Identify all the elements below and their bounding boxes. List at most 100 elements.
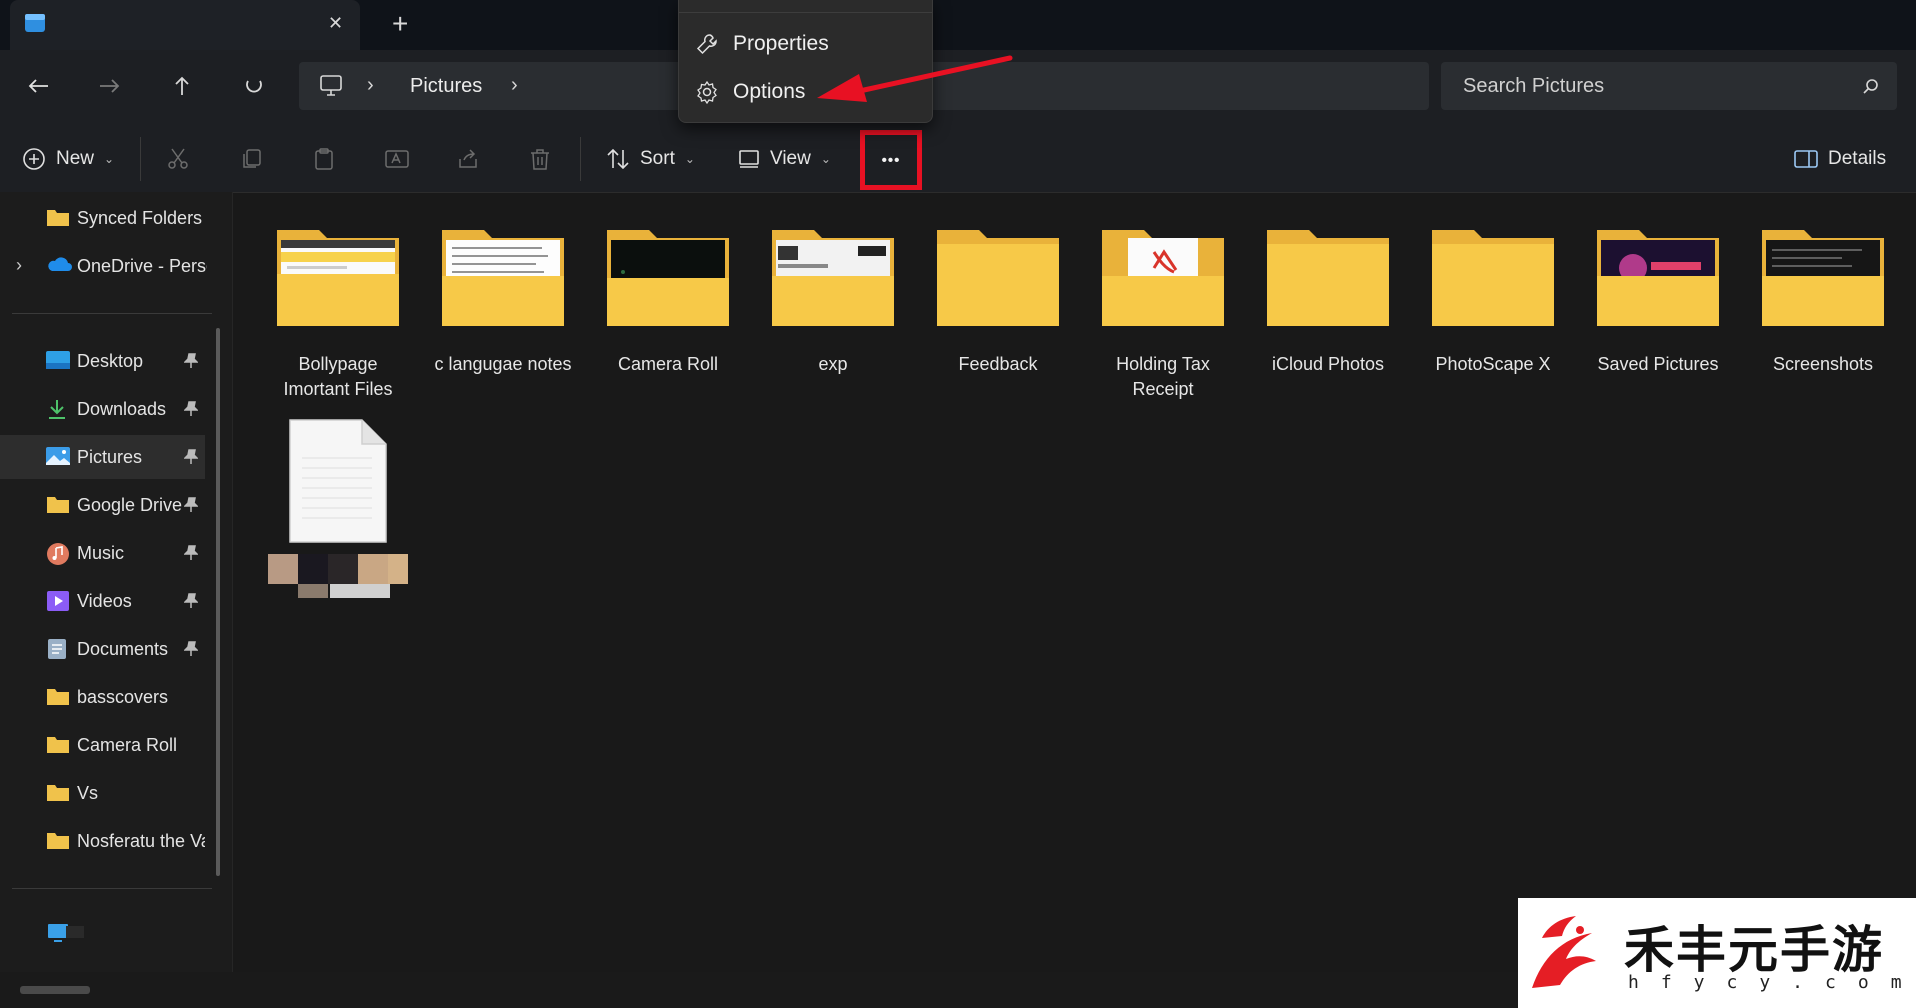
dragon-logo-icon [1532,916,1596,988]
pin-icon[interactable] [184,593,198,609]
folder-item[interactable]: Camera Roll [598,222,738,377]
sidebar-item-camera-roll[interactable]: Camera Roll [0,723,205,767]
sort-icon [607,148,629,170]
folder-icon [46,686,70,708]
delete-button[interactable] [528,140,552,178]
pin-icon[interactable] [184,497,198,513]
file-name: Screenshots [1772,354,1874,374]
tab-close-icon[interactable]: ✕ [328,13,343,34]
breadcrumb-pictures[interactable]: Pictures [410,75,482,98]
sidebar-item-pictures[interactable]: Pictures [0,435,205,479]
details-label: Details [1828,148,1887,169]
folder-icon [603,222,733,332]
arrow-right-icon [100,79,120,93]
folder-icon [1428,222,1558,332]
back-button[interactable] [16,66,60,106]
paste-button[interactable] [312,140,336,178]
sidebar-item-synced-folders[interactable]: Synced Folders [0,196,205,240]
file-name: PhotoScape X [1435,354,1551,374]
cloud-icon [46,255,72,277]
video-icon [46,590,70,612]
gear-icon [697,80,717,104]
arrow-up-icon [175,76,189,95]
folder-item[interactable]: Feedback [928,222,1068,377]
sidebar-item-label: Vs [77,783,99,803]
folder-item[interactable]: Screenshots [1753,222,1893,377]
new-tab-button[interactable]: + [392,8,408,40]
chevron-down-icon: ⌄ [820,152,831,166]
sidebar-item-documents[interactable]: Documents [0,627,205,671]
folder-item[interactable]: iCloud Photos [1258,222,1398,377]
share-button[interactable] [456,140,480,178]
pin-icon[interactable] [184,353,198,369]
new-button[interactable]: New ⌄ [22,140,114,178]
this-pc-icon [319,75,343,97]
sidebar-divider [12,313,212,314]
rename-button[interactable] [384,140,410,178]
this-pc-icon[interactable] [46,922,86,946]
scissors-icon [168,148,188,169]
folder-icon [46,734,70,756]
see-more-button[interactable]: ••• [860,130,922,190]
folder-item[interactable]: Saved Pictures [1588,222,1728,377]
folder-item[interactable]: Holding Tax Receipt [1093,222,1233,402]
pictures-icon [46,446,70,468]
folder-icon [1593,222,1723,332]
pin-icon[interactable] [184,401,198,417]
search-input[interactable]: Search Pictures [1463,75,1604,98]
sidebar-scrollbar[interactable] [216,328,220,876]
music-icon [46,542,70,565]
chevron-down-icon: ⌄ [684,152,695,166]
folder-icon [1098,222,1228,332]
toolbar-divider [140,137,141,181]
download-icon [46,398,70,420]
sidebar-item-onedrive[interactable]: › OneDrive - Perso [0,244,207,288]
folder-item[interactable]: PhotoScape X [1423,222,1563,377]
menu-item-properties[interactable]: Properties [695,24,829,64]
ellipsis-icon: ••• [881,151,901,169]
folder-icon [46,782,70,804]
breadcrumb-chevron-icon: › [367,74,374,96]
refresh-button[interactable] [232,66,276,106]
command-bar [0,122,1916,193]
sort-button[interactable]: Sort ⌄ [606,140,695,178]
toolbar-divider [580,137,581,181]
sidebar-item-videos[interactable]: Videos [0,579,205,623]
sidebar-item-music[interactable]: Music [0,531,205,575]
expand-chevron-icon[interactable]: › [16,255,22,276]
sidebar-item-vs[interactable]: Vs [0,771,205,815]
details-button[interactable]: Details [1794,140,1886,178]
view-button[interactable]: View ⌄ [738,140,831,178]
menu-item-label: Options [733,80,806,103]
cut-button[interactable] [166,140,190,178]
chevron-down-icon: ⌄ [104,152,115,166]
pin-icon[interactable] [184,449,198,465]
folder-icon [46,207,70,229]
copy-button[interactable] [240,140,264,178]
menu-item-options[interactable]: Options [695,72,805,112]
selection-indicator [0,443,3,471]
sidebar-item-label: Nosferatu the Va [77,831,205,851]
sidebar-item-nosferatu[interactable]: Nosferatu the Va [0,819,205,863]
folder-icon [1758,222,1888,332]
forward-button[interactable] [88,66,132,106]
sidebar-item-downloads[interactable]: Downloads [0,387,205,431]
folder-item[interactable]: c langugae notes [433,222,573,377]
folder-icon [1263,222,1393,332]
sidebar-item-desktop[interactable]: Desktop [0,339,205,383]
folder-item[interactable]: Bollypage Imortant Files [268,222,408,402]
file-name: Feedback [958,354,1038,374]
pin-icon[interactable] [184,545,198,561]
refresh-icon [246,80,262,93]
active-tab[interactable]: ✕ [10,0,360,50]
file-name: Camera Roll [617,354,719,374]
file-item-document[interactable] [268,418,408,604]
sidebar-item-basscovers[interactable]: basscovers [0,675,205,719]
sidebar-item-google-drive[interactable]: Google Drive [0,483,205,527]
sidebar-divider [12,888,212,889]
search-box[interactable]: Search Pictures [1441,62,1897,110]
folder-item[interactable]: exp [763,222,903,377]
up-button[interactable] [160,66,204,106]
pin-icon[interactable] [184,641,198,657]
sidebar-item-label: Synced Folders [77,208,203,228]
